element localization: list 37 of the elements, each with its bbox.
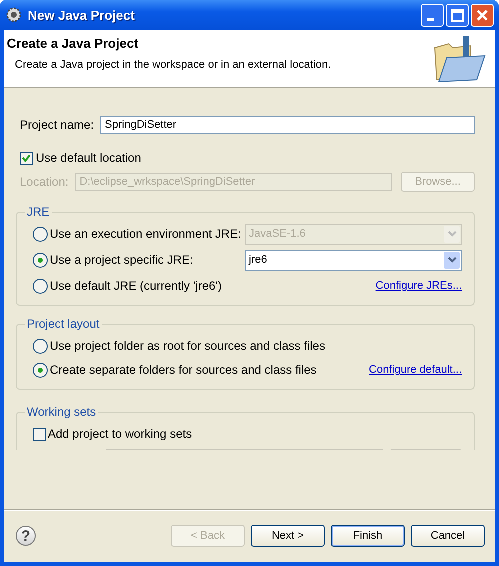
project-name-field[interactable]: SpringDiSetter — [100, 116, 475, 134]
radio-button[interactable] — [33, 252, 48, 268]
group-title: JRE — [25, 205, 52, 219]
page-title: Create a Java Project — [7, 36, 140, 51]
maximize-button[interactable] — [446, 4, 469, 26]
dialog-button[interactable]: Next > — [251, 525, 325, 547]
dialog-button[interactable]: Cancel — [411, 525, 485, 547]
configure-link[interactable]: Configure JREs... — [376, 280, 462, 292]
page-description: Create a Java project in the workspace or in an external location. — [15, 59, 332, 71]
radio-button[interactable] — [33, 278, 48, 294]
checkbox[interactable] — [33, 428, 46, 440]
radio-button[interactable] — [33, 226, 48, 242]
window-title: New Java Project — [28, 8, 136, 22]
radio-label: Use default JRE (currently 'jre6') — [50, 279, 223, 293]
dropdown[interactable]: jre6 — [245, 250, 462, 270]
radio-label: Use an execution environment JRE: — [50, 227, 242, 241]
field-label: Project name: — [20, 118, 94, 132]
close-button[interactable] — [471, 4, 494, 26]
radio-label: Use project folder as root for sources and class files — [50, 339, 326, 353]
dialog-button[interactable]: Finish — [331, 525, 405, 547]
checkbox-label: Add project to working sets — [48, 427, 192, 441]
dropdown-value: jre6 — [249, 254, 268, 266]
field-label: Location: — [20, 175, 69, 189]
radio-label: Use a project specific JRE: — [50, 253, 194, 267]
dropdown-value: JavaSE-1.6 — [249, 228, 306, 240]
radio-label: Create separate folders for sources and class files — [50, 363, 317, 377]
help-icon[interactable]: ? — [16, 526, 36, 546]
radio-button[interactable] — [33, 362, 48, 378]
minimize-button[interactable] — [421, 4, 444, 26]
checkbox-label: Use default location — [36, 151, 142, 165]
radio-button[interactable] — [33, 338, 48, 354]
group-title: Working sets — [25, 405, 98, 419]
checkbox[interactable] — [20, 152, 33, 164]
group-title: Project layout — [25, 317, 102, 331]
configure-link[interactable]: Configure default... — [369, 364, 462, 376]
gear-icon — [6, 7, 22, 23]
minimize-icon — [427, 18, 434, 20]
